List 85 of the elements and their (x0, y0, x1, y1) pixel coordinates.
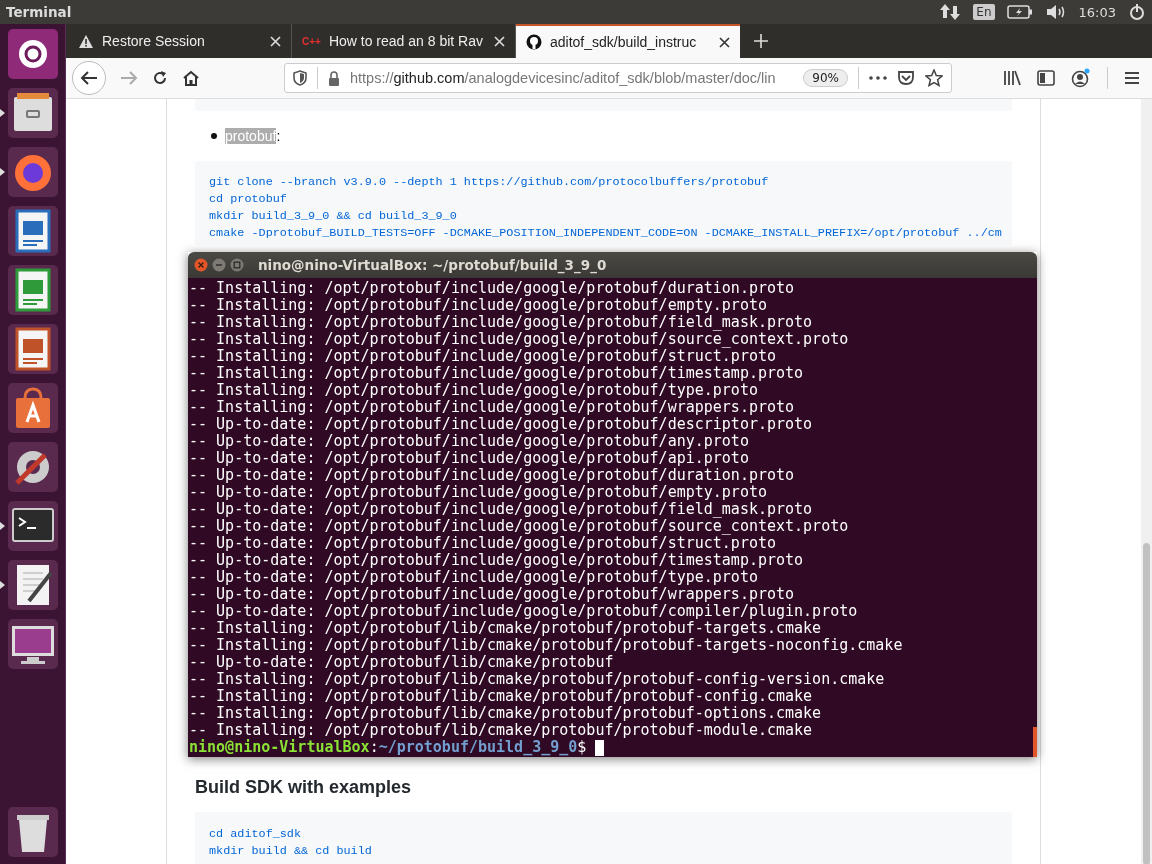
terminal-line: -- Installing: /opt/protobuf/include/google/protobuf/timestamp.proto (189, 365, 805, 382)
terminal-line: -- Up-to-date: /opt/protobuf/include/google/protobuf/source_context.proto (189, 518, 850, 535)
account-icon[interactable] (1071, 68, 1091, 88)
terminal-line: -- Up-to-date: /opt/protobuf/include/google/protobuf/field_mask.proto (189, 501, 814, 518)
maximize-icon[interactable] (230, 258, 244, 272)
prompt-path: ~/protobuf/build_3_9_0 (378, 739, 578, 756)
keyboard-indicator[interactable]: En (973, 4, 995, 20)
reload-icon[interactable] (152, 70, 168, 86)
app-title: Terminal (6, 4, 72, 20)
terminal-line: -- Installing: /opt/protobuf/include/google/protobuf/field_mask.proto (189, 314, 814, 331)
code-line: mkdir build && cd build (209, 843, 372, 860)
prompt-separator: : (369, 739, 379, 756)
terminal-line: -- Up-to-date: /opt/protobuf/include/google/protobuf/compiler/plugin.proto (189, 603, 859, 620)
terminal-line: -- Installing: /opt/protobuf/lib/cmake/protobuf/protobuf-config.cmake (189, 688, 814, 705)
shield-icon (293, 70, 307, 86)
terminal-line: -- Installing: /opt/protobuf/include/google/protobuf/source_context.proto (189, 331, 850, 348)
terminal-line: -- Up-to-date: /opt/protobuf/include/google/protobuf/any.proto (189, 433, 750, 450)
back-button[interactable] (72, 61, 106, 95)
notepad-icon[interactable] (6, 559, 59, 611)
section-heading: Build SDK with examples (195, 777, 413, 798)
cabinet-icon[interactable] (6, 87, 59, 139)
power-icon[interactable] (1128, 3, 1146, 21)
library-icon[interactable] (1003, 70, 1021, 86)
document-icon[interactable] (6, 205, 59, 257)
clock[interactable]: 16:03 (1078, 4, 1116, 20)
lock-icon (328, 70, 340, 86)
terminal-line: -- Installing: /opt/protobuf/include/google/protobuf/struct.proto (189, 348, 776, 365)
home-icon[interactable] (182, 69, 200, 87)
pocket-icon[interactable] (897, 70, 915, 86)
scrollbar-thumb[interactable] (1143, 543, 1150, 864)
prompt-user: nino@nino-VirtualBox (189, 739, 370, 756)
terminal-line: -- Up-to-date: /opt/protobuf/lib/cmake/protobuf (189, 654, 615, 671)
back-arrow-icon (80, 70, 98, 86)
shopping-bag-icon[interactable] (6, 382, 59, 434)
network-icon[interactable] (939, 2, 962, 22)
terminal-line: -- Installing: /opt/protobuf/include/google/protobuf/wrappers.proto (189, 399, 796, 416)
minimize-icon[interactable] (212, 258, 226, 272)
document-icon[interactable] (6, 323, 59, 375)
terminal-line: -- Up-to-date: /opt/protobuf/include/google/protobuf/type.proto (189, 569, 759, 586)
scrollbar-thumb[interactable] (1033, 727, 1037, 757)
code-line: mkdir build_3_9_0 && cd build_3_9_0 (209, 208, 457, 225)
code-line: git clone --branch v3.9.0 --depth 1 https://github.com/protocolbuffers/protobuf (209, 174, 769, 191)
volume-icon[interactable] (1044, 4, 1067, 20)
terminal-line: -- Installing: /opt/protobuf/lib/cmake/protobuf/protobuf-options.cmake (189, 705, 823, 722)
code-line: cd aditof_sdk (209, 826, 302, 843)
logo-icon[interactable] (6, 28, 59, 80)
menu-icon[interactable] (1124, 71, 1140, 85)
close-icon[interactable] (719, 36, 730, 48)
monitor-icon[interactable] (6, 618, 59, 670)
window-title: nino@nino-VirtualBox: ~/protobuf/build_3_9_0 (258, 257, 607, 273)
terminal-line: -- Up-to-date: /opt/protobuf/include/google/protobuf/timestamp.proto (189, 552, 805, 569)
terminal-line: -- Up-to-date: /opt/protobuf/include/google/protobuf/wrappers.proto (189, 586, 796, 603)
browser-icon[interactable] (6, 146, 59, 198)
terminal-line: -- Installing: /opt/protobuf/include/google/protobuf/empty.proto (189, 297, 768, 314)
url-text: https://github.com/analogdevicesinc/aditof_sdk/blob/master/doc/lin (350, 70, 777, 86)
warning-icon (78, 33, 94, 49)
zoom-level-button[interactable]: 90% (803, 69, 848, 87)
text-cursor (595, 739, 605, 756)
terminal-line: -- Installing: /opt/protobuf/lib/cmake/protobuf/protobuf-targets-noconfig.cmake (189, 637, 904, 654)
new-tab-button[interactable] (754, 34, 768, 48)
code-line: cmake -Dprotobuf_BUILD_TESTS=OFF -DCMAKE_POSITION_INDEPENDENT_CODE=ON -DCMAKE_INSTALL_PREFIX=/opt/protobuf ../cm (209, 225, 1002, 242)
trash-icon[interactable] (6, 806, 59, 858)
terminal-line: -- Up-to-date: /opt/protobuf/include/google/protobuf/api.proto (189, 450, 750, 467)
terminal-line: -- Installing: /opt/protobuf/include/google/protobuf/type.proto (189, 382, 759, 399)
colon-text: : (276, 128, 281, 144)
prompt-symbol: $ (577, 739, 587, 756)
terminal-line: -- Up-to-date: /opt/protobuf/include/google/protobuf/empty.proto (189, 484, 768, 501)
browser-tab[interactable]: aditof_sdk/build_instruc (516, 24, 740, 58)
battery-icon[interactable] (1006, 5, 1033, 19)
more-icon[interactable] (869, 76, 887, 80)
star-icon[interactable] (925, 69, 943, 87)
terminal-icon[interactable] (6, 500, 59, 552)
document-icon[interactable] (6, 264, 59, 316)
bullet-icon (211, 133, 217, 139)
sidebar-icon[interactable] (1037, 70, 1055, 86)
terminal-line: -- Up-to-date: /opt/protobuf/include/google/protobuf/struct.proto (189, 535, 776, 552)
terminal-line: -- Installing: /opt/protobuf/lib/cmake/protobuf/protobuf-module.cmake (189, 722, 814, 739)
terminal-line: -- Up-to-date: /opt/protobuf/include/google/protobuf/descriptor.proto (189, 416, 814, 433)
terminal-line: -- Installing: /opt/protobuf/include/google/protobuf/duration.proto (189, 280, 796, 297)
code-line: cd protobuf (209, 191, 287, 208)
terminal-line: -- Installing: /opt/protobuf/lib/cmake/protobuf/protobuf-config-version.cmake (189, 671, 886, 688)
favicon-text: C++ (302, 35, 321, 47)
address-bar[interactable]: https://github.com/analogdevicesinc/aditof_sdk/blob/master/doc/lin 90% (284, 63, 952, 93)
terminal-line: -- Installing: /opt/protobuf/lib/cmake/protobuf/protobuf-targets.cmake (189, 620, 823, 637)
terminal-line: -- Up-to-date: /opt/protobuf/include/google/protobuf/duration.proto (189, 467, 796, 484)
